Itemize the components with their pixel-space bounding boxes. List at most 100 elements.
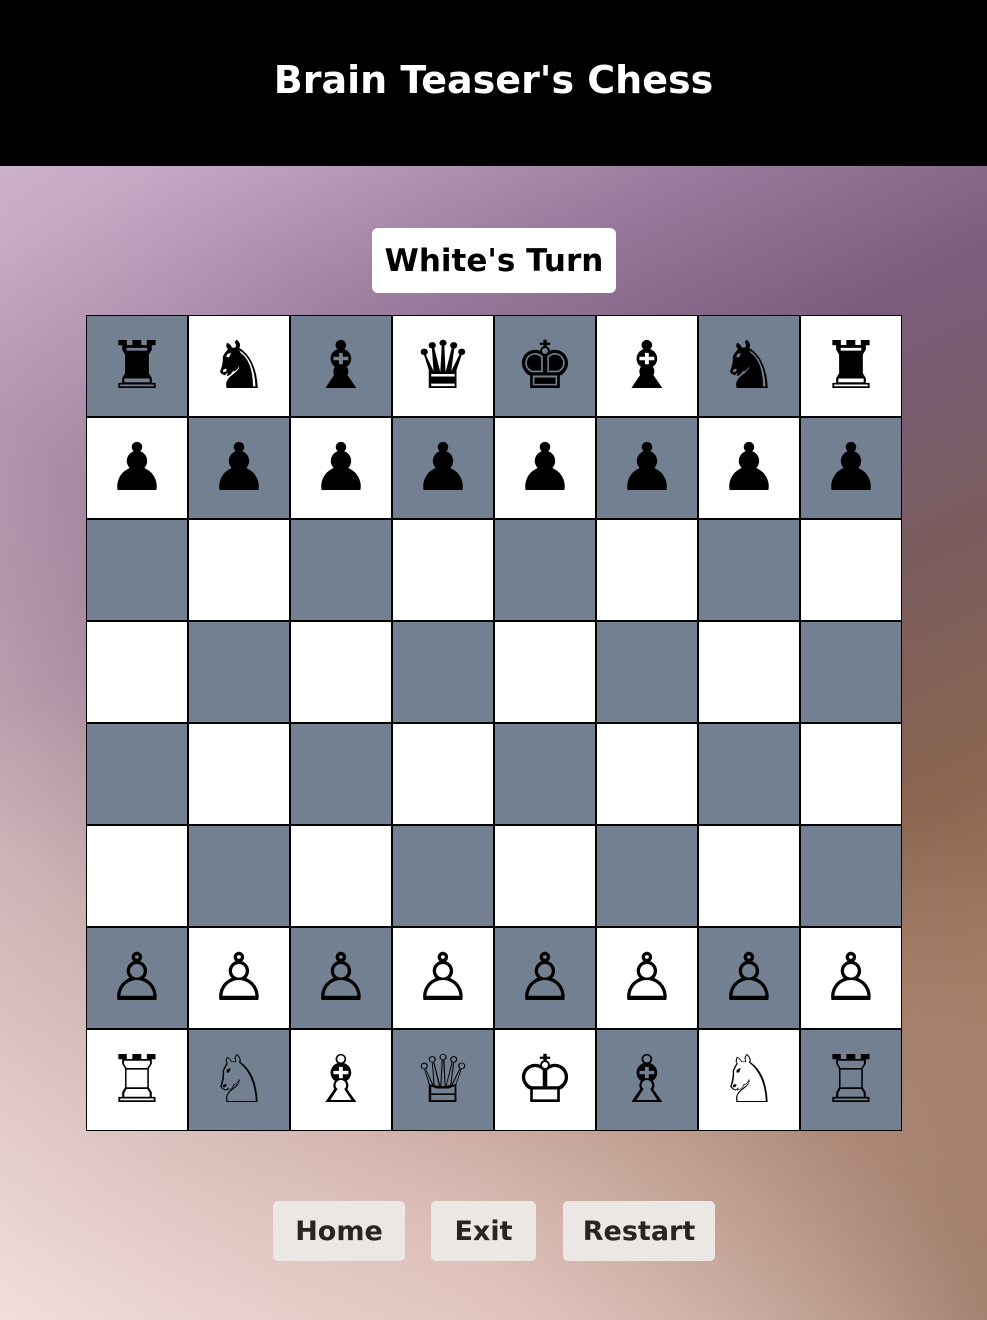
board-square-g2[interactable]: ♙ xyxy=(698,927,800,1029)
black-rook-piece[interactable]: ♜ xyxy=(107,333,166,399)
board-square-g5[interactable] xyxy=(698,621,800,723)
board-square-a7[interactable]: ♟ xyxy=(86,417,188,519)
white-pawn-piece[interactable]: ♙ xyxy=(311,945,370,1011)
board-square-d5[interactable] xyxy=(392,621,494,723)
board-square-h3[interactable] xyxy=(800,825,902,927)
white-king-piece[interactable]: ♔ xyxy=(515,1047,574,1113)
black-knight-piece[interactable]: ♞ xyxy=(719,333,778,399)
black-pawn-piece[interactable]: ♟ xyxy=(413,435,472,501)
black-pawn-piece[interactable]: ♟ xyxy=(107,435,166,501)
white-rook-piece[interactable]: ♖ xyxy=(821,1047,880,1113)
board-square-e8[interactable]: ♚ xyxy=(494,315,596,417)
board-square-h5[interactable] xyxy=(800,621,902,723)
board-square-b1[interactable]: ♘ xyxy=(188,1029,290,1131)
white-pawn-piece[interactable]: ♙ xyxy=(821,945,880,1011)
board-square-f2[interactable]: ♙ xyxy=(596,927,698,1029)
board-square-f8[interactable]: ♝ xyxy=(596,315,698,417)
board-square-a1[interactable]: ♖ xyxy=(86,1029,188,1131)
black-pawn-piece[interactable]: ♟ xyxy=(515,435,574,501)
board-square-g8[interactable]: ♞ xyxy=(698,315,800,417)
board-square-d3[interactable] xyxy=(392,825,494,927)
board-square-g3[interactable] xyxy=(698,825,800,927)
board-square-a8[interactable]: ♜ xyxy=(86,315,188,417)
board-square-e6[interactable] xyxy=(494,519,596,621)
board-square-e4[interactable] xyxy=(494,723,596,825)
board-square-g1[interactable]: ♘ xyxy=(698,1029,800,1131)
board-square-h4[interactable] xyxy=(800,723,902,825)
board-square-h2[interactable]: ♙ xyxy=(800,927,902,1029)
board-square-h8[interactable]: ♜ xyxy=(800,315,902,417)
white-rook-piece[interactable]: ♖ xyxy=(107,1047,166,1113)
board-square-c2[interactable]: ♙ xyxy=(290,927,392,1029)
board-square-b2[interactable]: ♙ xyxy=(188,927,290,1029)
black-king-piece[interactable]: ♚ xyxy=(515,333,574,399)
black-pawn-piece[interactable]: ♟ xyxy=(821,435,880,501)
board-square-f7[interactable]: ♟ xyxy=(596,417,698,519)
board-square-b7[interactable]: ♟ xyxy=(188,417,290,519)
board-square-h6[interactable] xyxy=(800,519,902,621)
board-square-b5[interactable] xyxy=(188,621,290,723)
board-square-c3[interactable] xyxy=(290,825,392,927)
board-square-e7[interactable]: ♟ xyxy=(494,417,596,519)
black-pawn-piece[interactable]: ♟ xyxy=(311,435,370,501)
black-rook-piece[interactable]: ♜ xyxy=(821,333,880,399)
white-knight-piece[interactable]: ♘ xyxy=(719,1047,778,1113)
board-square-h1[interactable]: ♖ xyxy=(800,1029,902,1131)
board-square-c1[interactable]: ♗ xyxy=(290,1029,392,1131)
white-pawn-piece[interactable]: ♙ xyxy=(107,945,166,1011)
board-square-g7[interactable]: ♟ xyxy=(698,417,800,519)
board-square-c8[interactable]: ♝ xyxy=(290,315,392,417)
black-queen-piece[interactable]: ♛ xyxy=(413,333,472,399)
black-bishop-piece[interactable]: ♝ xyxy=(617,333,676,399)
white-pawn-piece[interactable]: ♙ xyxy=(617,945,676,1011)
white-pawn-piece[interactable]: ♙ xyxy=(515,945,574,1011)
white-pawn-piece[interactable]: ♙ xyxy=(719,945,778,1011)
board-square-b3[interactable] xyxy=(188,825,290,927)
black-bishop-piece[interactable]: ♝ xyxy=(311,333,370,399)
board-square-a3[interactable] xyxy=(86,825,188,927)
board-square-g6[interactable] xyxy=(698,519,800,621)
board-square-b8[interactable]: ♞ xyxy=(188,315,290,417)
white-pawn-piece[interactable]: ♙ xyxy=(209,945,268,1011)
header-bar: Brain Teaser's Chess xyxy=(0,0,987,166)
black-pawn-piece[interactable]: ♟ xyxy=(719,435,778,501)
board-square-f4[interactable] xyxy=(596,723,698,825)
board-square-d1[interactable]: ♕ xyxy=(392,1029,494,1131)
board-square-h7[interactable]: ♟ xyxy=(800,417,902,519)
board-square-b4[interactable] xyxy=(188,723,290,825)
white-queen-piece[interactable]: ♕ xyxy=(413,1047,472,1113)
board-square-a2[interactable]: ♙ xyxy=(86,927,188,1029)
board-square-g4[interactable] xyxy=(698,723,800,825)
board-square-c7[interactable]: ♟ xyxy=(290,417,392,519)
black-pawn-piece[interactable]: ♟ xyxy=(617,435,676,501)
board-square-f5[interactable] xyxy=(596,621,698,723)
board-square-a5[interactable] xyxy=(86,621,188,723)
white-bishop-piece[interactable]: ♗ xyxy=(617,1047,676,1113)
white-pawn-piece[interactable]: ♙ xyxy=(413,945,472,1011)
exit-button[interactable]: Exit xyxy=(431,1201,536,1261)
board-square-b6[interactable] xyxy=(188,519,290,621)
black-knight-piece[interactable]: ♞ xyxy=(209,333,268,399)
board-square-e1[interactable]: ♔ xyxy=(494,1029,596,1131)
board-square-c4[interactable] xyxy=(290,723,392,825)
white-knight-piece[interactable]: ♘ xyxy=(209,1047,268,1113)
white-bishop-piece[interactable]: ♗ xyxy=(311,1047,370,1113)
board-square-c5[interactable] xyxy=(290,621,392,723)
restart-button[interactable]: Restart xyxy=(563,1201,715,1261)
board-square-a4[interactable] xyxy=(86,723,188,825)
board-square-d7[interactable]: ♟ xyxy=(392,417,494,519)
board-square-f3[interactable] xyxy=(596,825,698,927)
board-square-d6[interactable] xyxy=(392,519,494,621)
board-square-c6[interactable] xyxy=(290,519,392,621)
home-button[interactable]: Home xyxy=(273,1201,405,1261)
board-square-e2[interactable]: ♙ xyxy=(494,927,596,1029)
board-square-a6[interactable] xyxy=(86,519,188,621)
board-square-d8[interactable]: ♛ xyxy=(392,315,494,417)
board-square-f6[interactable] xyxy=(596,519,698,621)
board-square-e3[interactable] xyxy=(494,825,596,927)
board-square-f1[interactable]: ♗ xyxy=(596,1029,698,1131)
black-pawn-piece[interactable]: ♟ xyxy=(209,435,268,501)
board-square-e5[interactable] xyxy=(494,621,596,723)
board-square-d2[interactable]: ♙ xyxy=(392,927,494,1029)
board-square-d4[interactable] xyxy=(392,723,494,825)
